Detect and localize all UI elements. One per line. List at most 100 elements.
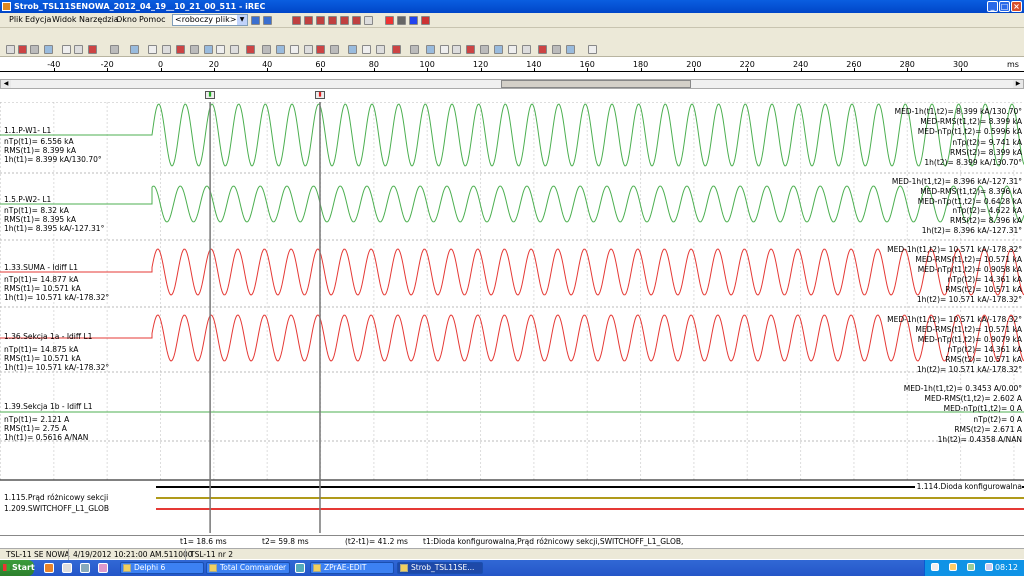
status-station: TSL-11 SE NOWA xyxy=(6,550,70,559)
menu-edycja[interactable]: Edycja xyxy=(25,15,51,24)
ruler-tick xyxy=(800,68,802,72)
tool-icon[interactable] xyxy=(494,45,503,54)
tool-icon[interactable] xyxy=(88,45,97,54)
record-tool-icon[interactable] xyxy=(328,16,337,25)
tool-icon[interactable] xyxy=(440,45,449,54)
horizontal-scrollbar[interactable]: ◀ ▶ xyxy=(0,79,1024,89)
menu-pomoc[interactable]: Pomoc xyxy=(139,15,166,24)
quicklaunch-icon[interactable] xyxy=(80,563,90,573)
close-button[interactable]: × xyxy=(1011,1,1022,12)
tray-icon[interactable] xyxy=(985,563,993,571)
scroll-thumb[interactable] xyxy=(501,80,691,88)
stop-icon[interactable] xyxy=(409,16,418,25)
tool-icon[interactable] xyxy=(426,45,435,54)
task-zprae-edit[interactable]: ZPrAE-EDIT xyxy=(310,562,394,574)
tool-icon[interactable] xyxy=(148,45,157,54)
ruler-tick xyxy=(747,68,749,72)
tool-icon[interactable] xyxy=(204,45,213,54)
return-icon[interactable] xyxy=(421,16,430,25)
tool-icon[interactable] xyxy=(410,45,419,54)
channel-value-t1: RMS(t1)= 8.399 kA xyxy=(4,146,77,155)
irec-window: Strob_TSL11SENOWA_2012_04_19__10_21_00_5… xyxy=(0,0,1024,576)
firefox-icon[interactable] xyxy=(44,563,54,573)
menu-okno[interactable]: Okno xyxy=(116,15,137,24)
save-icon[interactable] xyxy=(263,16,272,25)
pause-icon[interactable] xyxy=(397,16,406,25)
cursor-t1-handle[interactable]: ▮ xyxy=(205,91,215,99)
minimize-button[interactable]: _ xyxy=(987,1,998,12)
tool-icon[interactable] xyxy=(190,45,199,54)
menu-plik[interactable]: Plik xyxy=(9,15,23,24)
quicklaunch-icon[interactable] xyxy=(98,563,108,573)
record-tool-icon[interactable] xyxy=(352,16,361,25)
scroll-right-icon[interactable]: ▶ xyxy=(1013,80,1023,88)
tool-icon[interactable] xyxy=(176,45,185,54)
tool-icon[interactable] xyxy=(62,45,71,54)
tool-icon[interactable] xyxy=(316,45,325,54)
record-tool-icon[interactable] xyxy=(292,16,301,25)
ruler-tick xyxy=(533,68,535,72)
channel-value-med: MED-nTp(t1,t2)= 0.9058 kA xyxy=(917,265,1022,274)
file-combo[interactable]: <roboczy plik> ▼ xyxy=(172,14,248,26)
tool-icon[interactable] xyxy=(330,45,339,54)
tool-icon[interactable] xyxy=(362,45,371,54)
printer-icon[interactable] xyxy=(62,563,72,573)
tool-icon[interactable] xyxy=(348,45,357,54)
file-combo-value: <roboczy plik> xyxy=(175,15,237,24)
play-icon[interactable] xyxy=(385,16,394,25)
tool-icon[interactable] xyxy=(466,45,475,54)
tool-icon[interactable] xyxy=(44,45,53,54)
tool-icon[interactable] xyxy=(18,45,27,54)
tool-icon[interactable] xyxy=(522,45,531,54)
tray-icon[interactable] xyxy=(967,563,975,571)
tool-icon[interactable] xyxy=(538,45,547,54)
app-icon[interactable] xyxy=(295,563,305,573)
tool-icon[interactable] xyxy=(392,45,401,54)
menu-widok[interactable]: Widok xyxy=(52,15,77,24)
tool-icon[interactable] xyxy=(6,45,15,54)
tool-icon[interactable] xyxy=(74,45,83,54)
channel-value-med: MED-1h(t1,t2)= 0.3453 A/0.00° xyxy=(903,384,1022,393)
tool-icon[interactable] xyxy=(130,45,139,54)
record-tool-icon[interactable] xyxy=(316,16,325,25)
tool-icon[interactable] xyxy=(162,45,171,54)
maximize-button[interactable]: □ xyxy=(999,1,1010,12)
scroll-left-icon[interactable]: ◀ xyxy=(1,80,11,88)
channel-value-t2: RMS(t2)= 10.571 kA xyxy=(945,355,1022,364)
chevron-down-icon[interactable]: ▼ xyxy=(237,15,247,25)
tray-icon[interactable] xyxy=(949,563,957,571)
tool-icon[interactable] xyxy=(246,45,255,54)
tool-icon[interactable] xyxy=(588,45,597,54)
ruler-tick xyxy=(373,68,375,72)
tool-icon[interactable] xyxy=(480,45,489,54)
record-tool-icon[interactable] xyxy=(304,16,313,25)
tray-icon[interactable] xyxy=(931,563,939,571)
channel-value-t1: nTp(t1)= 14.875 kA xyxy=(4,345,79,354)
tool-icon[interactable] xyxy=(566,45,575,54)
tool-icon[interactable] xyxy=(230,45,239,54)
channel-value-t2: nTp(t2)= 0 A xyxy=(973,415,1022,424)
tool-icon[interactable] xyxy=(452,45,461,54)
tool-icon[interactable] xyxy=(276,45,285,54)
tool-icon[interactable] xyxy=(304,45,313,54)
record-tool-icon[interactable] xyxy=(340,16,349,25)
menu-bar: Plik Edycja Widok Narzędzia Okno Pomoc xyxy=(0,13,1024,28)
task-strob[interactable]: Strob_TSL11SE... xyxy=(397,562,483,574)
task-delphi[interactable]: Delphi 6 xyxy=(120,562,204,574)
tool-icon[interactable] xyxy=(508,45,517,54)
tool-icon[interactable] xyxy=(110,45,119,54)
tool-icon[interactable] xyxy=(262,45,271,54)
tool-icon[interactable] xyxy=(376,45,385,54)
status-t2: t2= 59.8 ms xyxy=(262,537,309,546)
menu-narzedzia[interactable]: Narzędzia xyxy=(79,15,119,24)
total-commander-icon xyxy=(209,564,217,572)
start-button[interactable]: Start xyxy=(0,560,35,576)
tool-icon[interactable] xyxy=(290,45,299,54)
tool-icon[interactable] xyxy=(30,45,39,54)
open-icon[interactable] xyxy=(251,16,260,25)
cursor-t2-handle[interactable]: ▮ xyxy=(315,91,325,99)
tool-icon[interactable] xyxy=(216,45,225,54)
record-tool-icon[interactable] xyxy=(364,16,373,25)
tool-icon[interactable] xyxy=(552,45,561,54)
task-total-commander[interactable]: Total Commander ... xyxy=(206,562,290,574)
